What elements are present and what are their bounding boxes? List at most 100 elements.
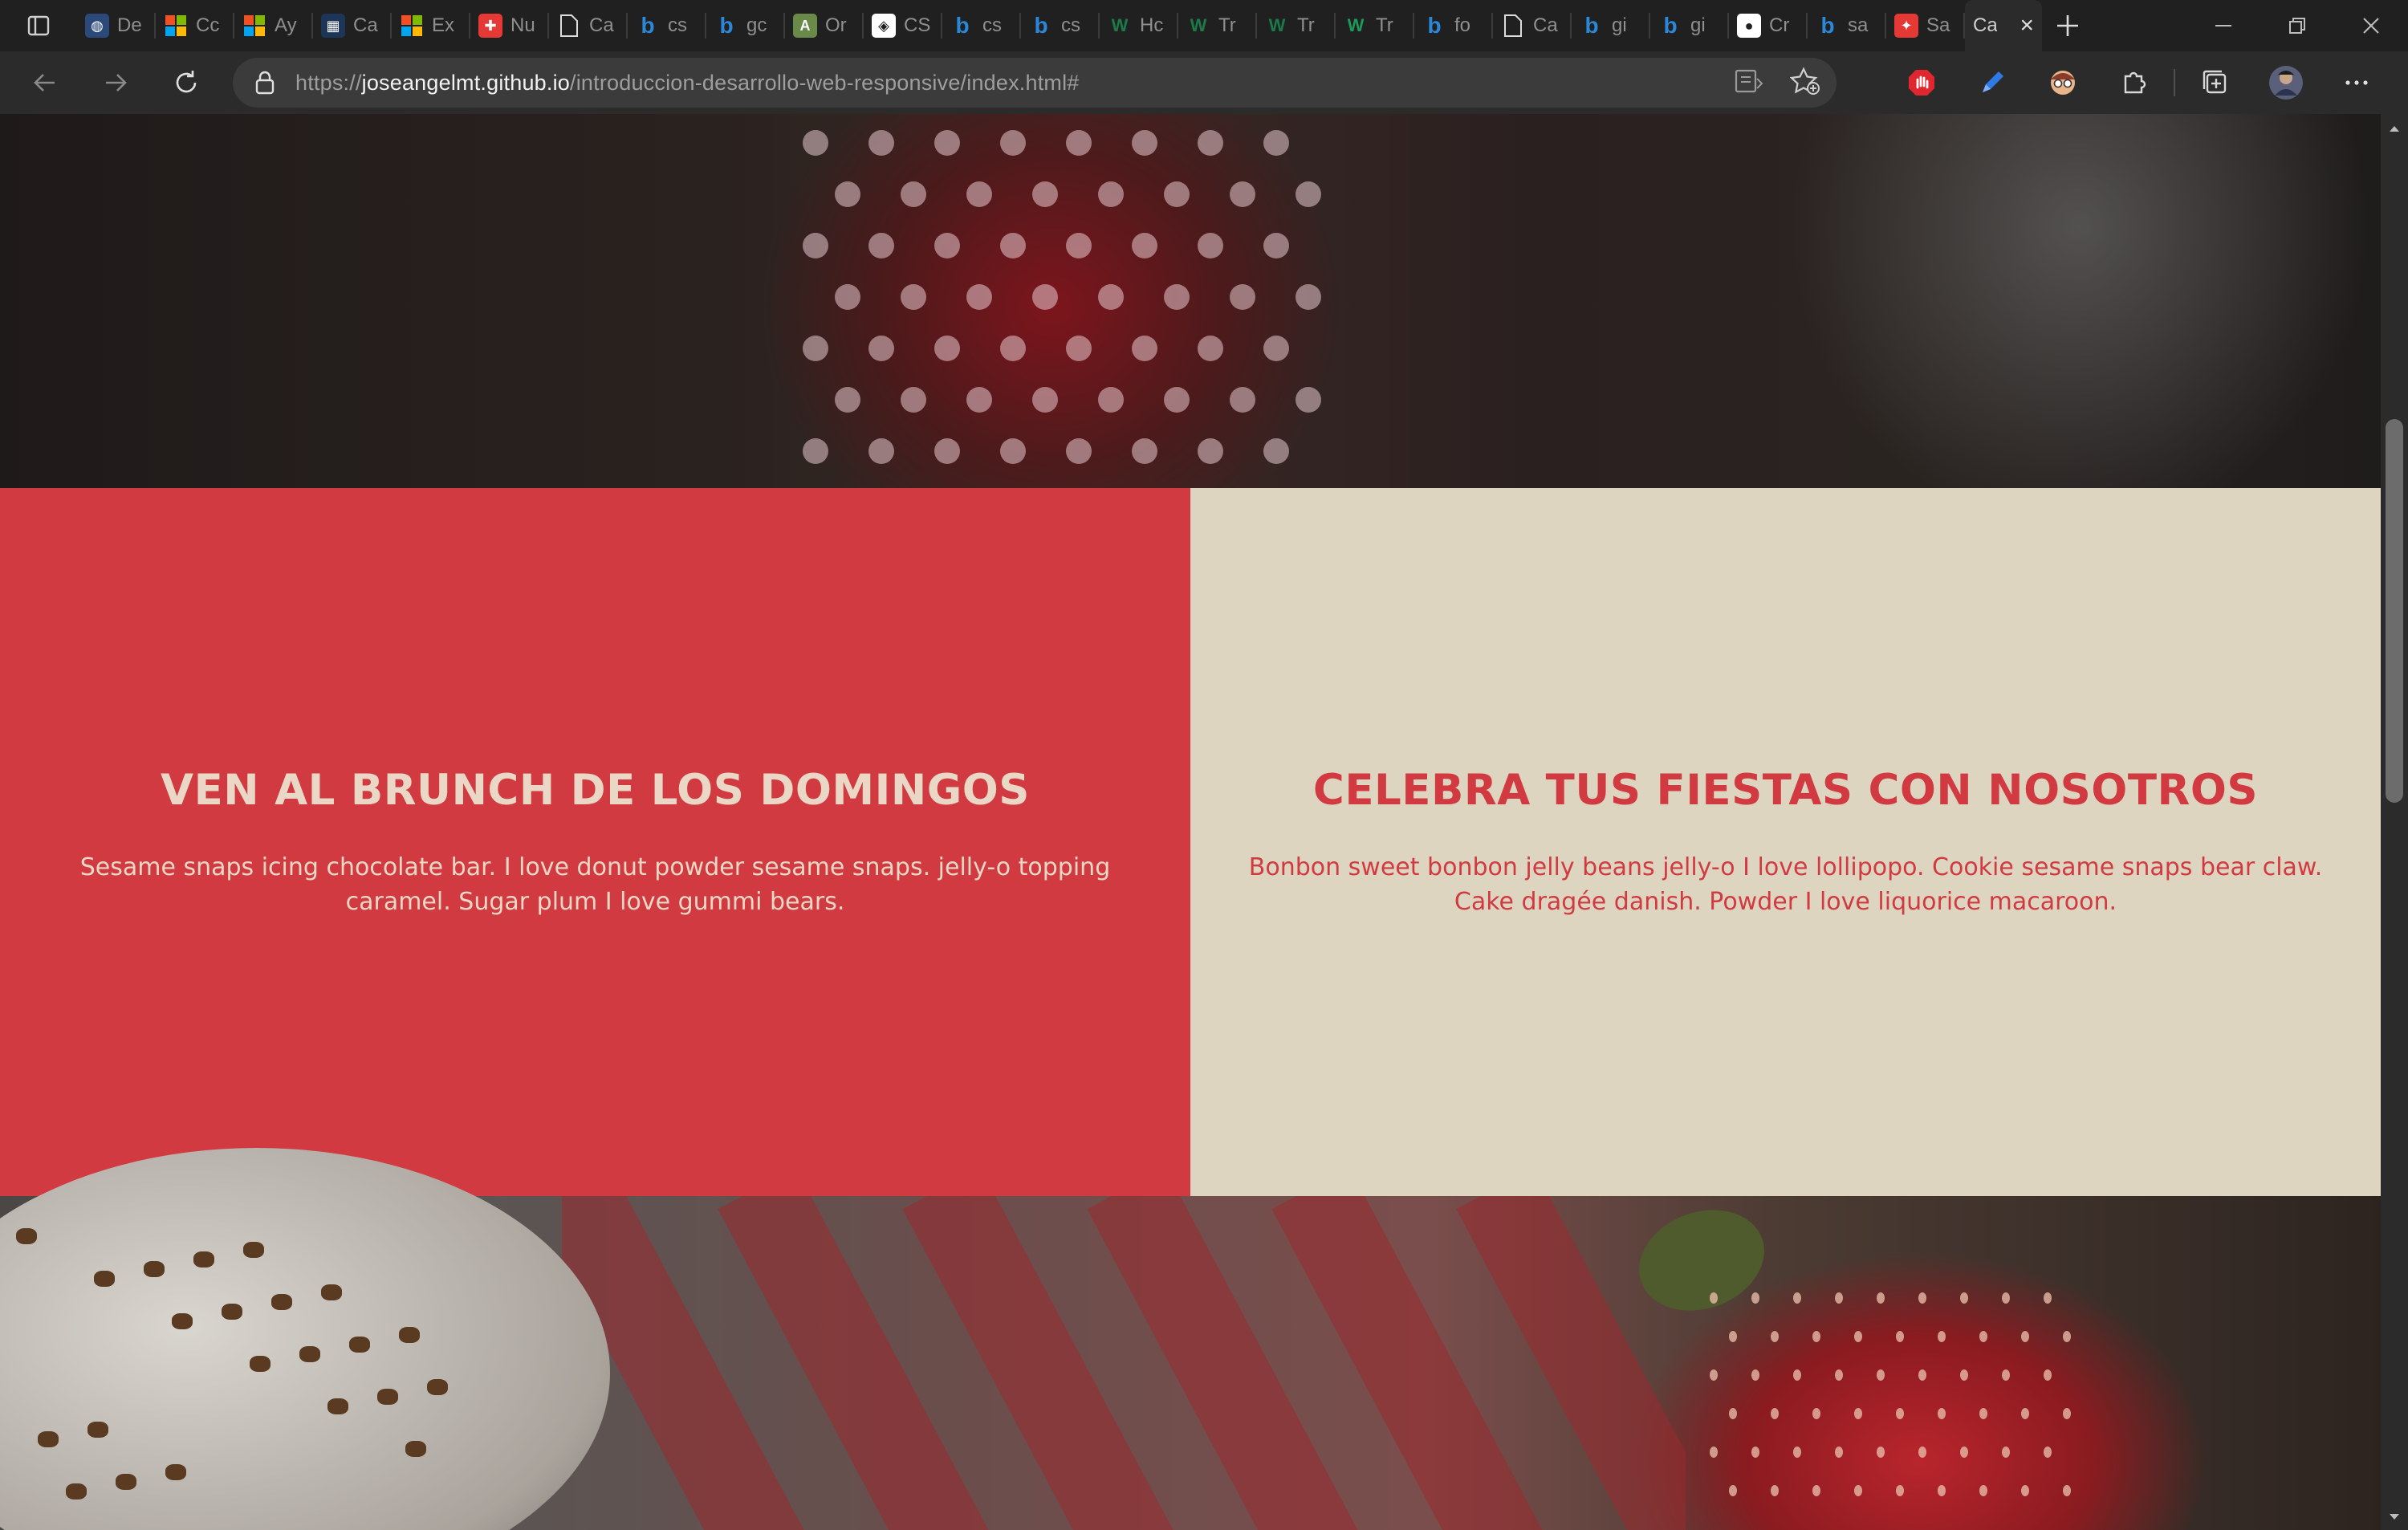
page-icon — [1501, 14, 1525, 38]
polka-dot — [835, 284, 860, 310]
window-controls — [2186, 0, 2408, 51]
strawberry-seed — [1918, 1369, 1926, 1381]
close-window-button[interactable] — [2334, 0, 2408, 51]
strawberry-seed — [1771, 1331, 1779, 1342]
vertical-scrollbar[interactable] — [2381, 114, 2408, 1530]
strawberry-seed — [1835, 1292, 1843, 1304]
polka-dot — [901, 284, 926, 310]
granola-crumb — [327, 1398, 348, 1414]
polka-dot — [934, 438, 960, 464]
tab-17[interactable]: W Tr — [1336, 0, 1414, 51]
strawberry-seed — [1729, 1485, 1737, 1496]
w-icon: W — [1347, 15, 1365, 35]
back-button[interactable] — [10, 51, 80, 114]
tab-active-title: Ca — [1973, 14, 1997, 36]
tab-23[interactable]: b sa — [1808, 0, 1886, 51]
tab-10[interactable]: A Or — [785, 0, 864, 51]
puzzle-icon — [2124, 71, 2146, 94]
tab-title: cs — [982, 14, 1002, 36]
tab-12[interactable]: b cs — [942, 0, 1021, 51]
strawberry-seed — [1896, 1485, 1904, 1496]
scroll-down-arrow[interactable] — [2381, 1508, 2408, 1527]
polka-dot-cup-image — [771, 114, 1348, 488]
tab-title: Ay — [275, 14, 297, 36]
tab-3[interactable]: Ay — [234, 0, 313, 51]
tab-1[interactable]: ◍ De — [77, 0, 156, 51]
url-text[interactable]: https://joseangelmt.github.io/introducci… — [295, 71, 1080, 96]
tab-21[interactable]: b gi — [1650, 0, 1729, 51]
compass-icon: ✦ — [1894, 14, 1918, 38]
strawberry-seed — [2044, 1447, 2052, 1458]
toolbar-extensions — [1886, 51, 2392, 114]
settings-menu-button[interactable] — [2321, 51, 2392, 114]
forward-button[interactable] — [80, 51, 151, 114]
tab-8[interactable]: b cs — [628, 0, 706, 51]
close-tab-icon[interactable]: × — [2020, 12, 2034, 39]
pen-extension-button[interactable] — [1957, 51, 2028, 114]
tab-14[interactable]: W Hc — [1100, 0, 1178, 51]
tab-20[interactable]: b gi — [1572, 0, 1650, 51]
granola-crumb — [405, 1441, 426, 1457]
polka-dot — [1066, 233, 1092, 258]
minimize-button[interactable] — [2186, 0, 2260, 51]
polka-dot — [868, 233, 894, 258]
tab-16[interactable]: W Tr — [1257, 0, 1336, 51]
tab-4[interactable]: ▦ Ca — [313, 0, 392, 51]
polka-dot — [1098, 387, 1124, 413]
tab-11[interactable]: ◈ CS — [864, 0, 942, 51]
lock-icon[interactable] — [254, 71, 286, 95]
granola-crumb — [193, 1251, 214, 1268]
strawberry-seed — [1854, 1408, 1862, 1419]
tab-22[interactable]: ● Cr — [1729, 0, 1808, 51]
tab-title: Ca — [353, 14, 378, 36]
new-tab-button[interactable] — [2042, 0, 2093, 51]
scrollbar-thumb[interactable] — [2386, 419, 2403, 803]
bing-icon: b — [1663, 13, 1678, 38]
collections-icon — [2203, 70, 2227, 94]
refresh-icon — [176, 71, 197, 93]
restore-button[interactable] — [2260, 0, 2334, 51]
bing-icon: b — [955, 13, 970, 38]
strawberry-seed — [1854, 1331, 1862, 1342]
polka-dot — [1198, 336, 1223, 361]
face-extension-button[interactable] — [2028, 51, 2098, 114]
granola-crumb — [321, 1284, 342, 1300]
adblock-extension-button[interactable] — [1886, 51, 1957, 114]
refresh-button[interactable] — [151, 51, 222, 114]
reader-mode-icon[interactable] — [1734, 67, 1764, 99]
polka-dot — [1066, 130, 1092, 156]
tab-9[interactable]: b gc — [706, 0, 785, 51]
tab-5[interactable]: Ex — [392, 0, 470, 51]
tab-2[interactable]: Cc — [156, 0, 234, 51]
tab-title: Or — [825, 14, 847, 36]
tab-18[interactable]: b fo — [1414, 0, 1493, 51]
strawberry-seed — [1938, 1331, 1946, 1342]
strawberry-seed — [1979, 1485, 1987, 1496]
granola-crumb — [243, 1242, 264, 1258]
scroll-up-arrow[interactable] — [2381, 119, 2408, 138]
tab-24[interactable]: ✦ Sa — [1886, 0, 1965, 51]
polka-dot — [901, 387, 926, 413]
granola-crumb — [399, 1327, 420, 1343]
tab-actions-button[interactable] — [0, 0, 77, 51]
tab-6[interactable]: ✚ Nu — [470, 0, 549, 51]
polka-dot — [1098, 181, 1124, 207]
tab-15[interactable]: W Tr — [1178, 0, 1257, 51]
tab-active[interactable]: Ca × — [1965, 0, 2042, 51]
tab-7[interactable]: Ca — [549, 0, 628, 51]
strawberry-seed — [1960, 1369, 1968, 1381]
plus-icon — [2057, 15, 2078, 36]
add-favorite-icon[interactable] — [1789, 66, 1820, 100]
granola-crumb — [222, 1304, 242, 1320]
polka-dot — [803, 336, 828, 361]
granola-crumb — [349, 1337, 370, 1353]
collections-button[interactable] — [2180, 51, 2251, 114]
strawberry-seed — [2063, 1485, 2071, 1496]
page-viewport: VEN AL BRUNCH DE LOS DOMINGOS Sesame sna… — [0, 114, 2381, 1530]
extensions-button[interactable] — [2098, 51, 2169, 114]
address-bar[interactable]: https://joseangelmt.github.io/introducci… — [233, 58, 1837, 108]
profile-button[interactable] — [2251, 51, 2321, 114]
url-prefix: https:// — [295, 70, 362, 95]
tab-19[interactable]: Ca — [1493, 0, 1572, 51]
tab-13[interactable]: b cs — [1021, 0, 1100, 51]
